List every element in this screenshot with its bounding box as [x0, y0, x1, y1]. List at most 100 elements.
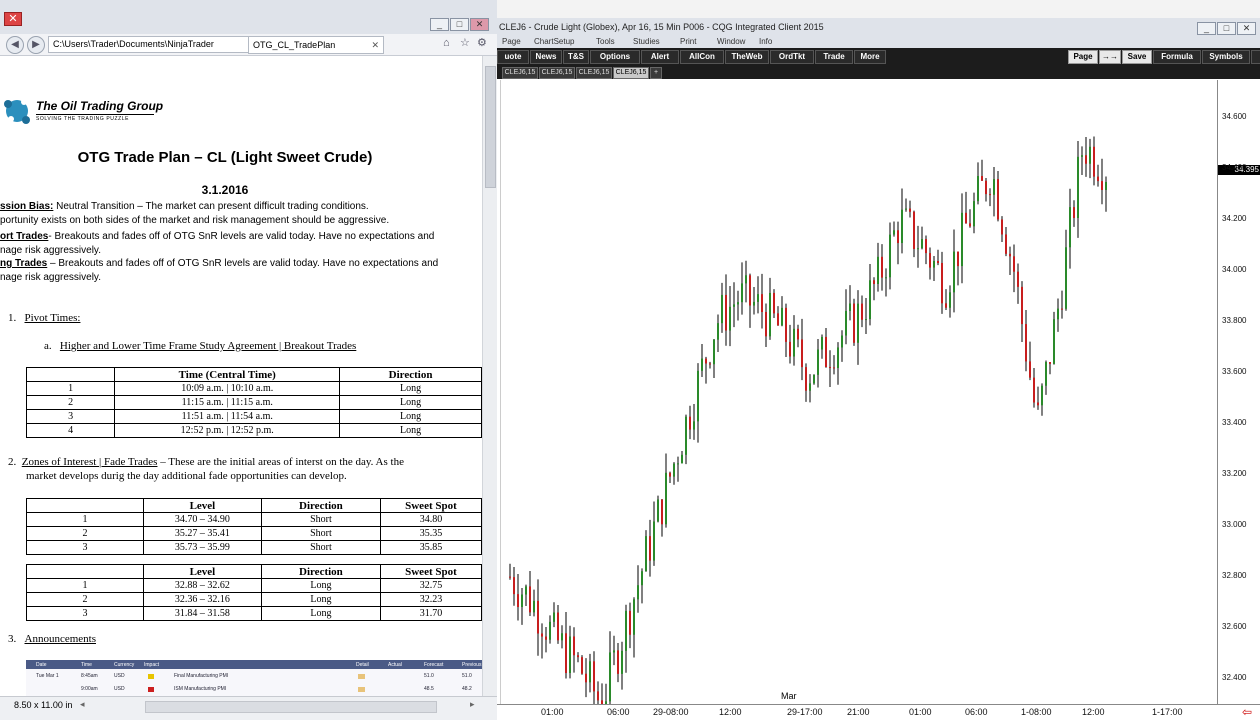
vertical-scrollbar[interactable]: [482, 56, 497, 696]
candle-body: [885, 277, 887, 279]
menu-item-print[interactable]: Print: [680, 36, 696, 47]
long-trades-text: – Breakouts and fades off of OTG SnR lev…: [47, 258, 439, 269]
candle-body: [1037, 402, 1039, 406]
chart-tabs: CLEJ6,15 CLEJ6,15 CLEJ6,15 CLEJ6,15 +: [497, 65, 1260, 79]
toolbar-right-button[interactable]: Symbols: [1202, 50, 1250, 64]
toolbar-button[interactable]: TheWeb: [725, 50, 769, 64]
minimize-button[interactable]: _: [430, 18, 449, 31]
toolbar-button[interactable]: Alert: [641, 50, 679, 64]
chart-tab[interactable]: +: [650, 67, 662, 79]
candle-body: [653, 521, 655, 561]
settings-gear-icon[interactable]: ⚙: [477, 36, 487, 49]
candle-body: [841, 335, 843, 348]
tab-tradeplan[interactable]: OTG_CL_TradePlan ✕: [248, 36, 384, 54]
close-icon[interactable]: ✕: [4, 12, 22, 26]
short-trades-label: ort Trades: [0, 231, 49, 242]
favorites-star-icon[interactable]: ☆: [460, 36, 470, 49]
time-axis[interactable]: Mar ⇦ 01:00 06:00 29-08:00 12:00 29-17:00 21:…: [497, 691, 1260, 720]
candle-body: [1057, 308, 1059, 320]
address-bar[interactable]: C:\Users\Trader\Documents\NinjaTrader: [48, 36, 250, 53]
chart-tab[interactable]: CLEJ6,15: [502, 67, 538, 79]
candle-body: [529, 586, 531, 613]
table-row: 3 31.84 – 31.58 Long 31.70: [26, 606, 482, 621]
back-icon[interactable]: ◀: [6, 36, 24, 54]
candle-body: [937, 260, 939, 263]
candle-body: [649, 536, 651, 561]
chart-tab[interactable]: CLEJ6,15: [613, 67, 649, 79]
toolbar-right-button[interactable]: →→: [1099, 50, 1121, 64]
chart-maximize-button[interactable]: □: [1217, 22, 1236, 35]
announcement-cell: 8:45am: [81, 673, 98, 679]
table-cell: 1: [26, 578, 144, 593]
scroll-arrow-icon[interactable]: ⇦: [1242, 705, 1252, 719]
candle-body: [945, 303, 947, 308]
candle-body: [825, 336, 827, 367]
section-1a-title: Higher and Lower Time Frame Study Agreem…: [59, 340, 357, 352]
candle-body: [625, 610, 627, 651]
toolbar-button[interactable]: T&S: [563, 50, 589, 64]
toolbar-right-button[interactable]: Save: [1122, 50, 1152, 64]
horizontal-scrollbar-thumb[interactable]: [145, 701, 437, 713]
toolbar-button[interactable]: Trade: [815, 50, 853, 64]
scroll-left-icon[interactable]: ◂: [80, 699, 85, 710]
scrollbar-thumb[interactable]: [485, 66, 496, 188]
table-cell: 11:15 a.m. | 11:15 a.m.: [114, 395, 341, 410]
session-bias-line2: portunity exists on both sides of the ma…: [0, 215, 390, 226]
menu-item-studies[interactable]: Studies: [633, 36, 660, 47]
tab-close-icon[interactable]: ✕: [371, 37, 379, 53]
forward-icon[interactable]: ▶: [27, 36, 45, 54]
candle-body: [537, 600, 539, 634]
menu-item-chartsetup[interactable]: ChartSetup: [534, 36, 574, 47]
candle-body: [713, 339, 715, 365]
candle-body: [609, 652, 611, 702]
home-icon[interactable]: ⌂: [443, 37, 450, 49]
toolbar-button[interactable]: News: [530, 50, 562, 64]
candle-body: [785, 307, 787, 342]
chart-tab[interactable]: CLEJ6,15: [576, 67, 612, 79]
candle-body: [985, 180, 987, 195]
announcement-cell: 48.5: [424, 686, 434, 692]
maximize-button[interactable]: □: [450, 18, 469, 31]
section-3-heading: 3. Announcements: [8, 633, 96, 645]
toolbar-right-button[interactable]: Formula: [1153, 50, 1201, 64]
candle-body: [765, 311, 767, 337]
menu-item-page[interactable]: Page: [502, 36, 521, 47]
toolbar-right-button[interactable]: MSG Cntr: [1251, 50, 1260, 64]
candle-body: [845, 310, 847, 336]
scroll-right-icon[interactable]: ▸: [470, 699, 475, 710]
menu-item-info[interactable]: Info: [759, 36, 772, 47]
menu-item-window[interactable]: Window: [717, 36, 745, 47]
announcement-header-cell: Time: [81, 662, 92, 668]
table-cell: Long: [260, 606, 381, 621]
menu-item-tools[interactable]: Tools: [596, 36, 615, 47]
candle-body: [761, 294, 763, 312]
table-header-cell: Direction: [339, 367, 482, 382]
candle-body: [621, 650, 623, 674]
section-3-title: Announcements: [24, 633, 96, 645]
candle-body: [641, 571, 643, 586]
announcement-cell: USD: [114, 673, 125, 679]
time-tick-label: 06:00: [607, 707, 630, 717]
toolbar-right-button[interactable]: Page: [1068, 50, 1098, 64]
chart-minimize-button[interactable]: _: [1197, 22, 1216, 35]
session-bias-line: ssion Bias: Neutral Transition – The mar…: [0, 200, 369, 214]
toolbar-button[interactable]: OrdTkt: [770, 50, 814, 64]
toolbar-button[interactable]: Options: [590, 50, 640, 64]
table-cell: 3: [26, 540, 144, 555]
announcement-cell: Tue Mar 1: [36, 673, 59, 679]
chart-tab[interactable]: CLEJ6,15: [539, 67, 575, 79]
chart-close-button[interactable]: ✕: [1237, 22, 1256, 35]
price-axis[interactable]: 34.395 34.600 34.400 34.200 34.000 33.800 33.…: [1217, 80, 1260, 704]
candle-body: [797, 328, 799, 340]
candle-body: [877, 256, 879, 285]
month-label: Mar: [781, 691, 797, 701]
toolbar-button[interactable]: AllCon: [680, 50, 724, 64]
candle-body: [565, 633, 567, 674]
price-chart[interactable]: [500, 80, 1218, 720]
candle-body: [973, 201, 975, 227]
candle-body: [577, 655, 579, 658]
window-close-button[interactable]: ✕: [470, 18, 489, 31]
table-header-cell: [25, 367, 116, 382]
toolbar-button[interactable]: More: [854, 50, 886, 64]
toolbar-button[interactable]: uote: [497, 50, 529, 64]
